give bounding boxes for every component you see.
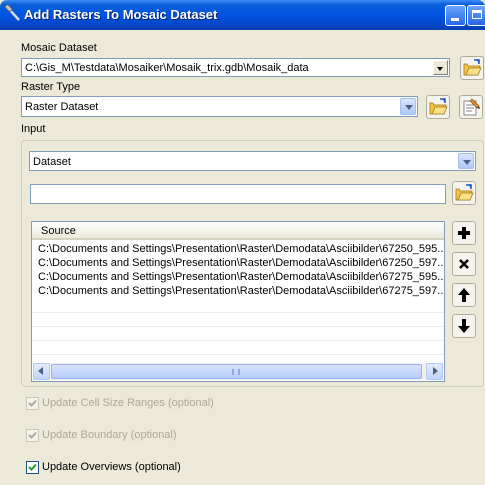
- add-row-button[interactable]: [452, 221, 476, 245]
- title-bar[interactable]: Add Rasters To Mosaic Dataset: [0, 0, 485, 30]
- input-type-combo[interactable]: Dataset: [29, 151, 476, 171]
- minimize-icon: [451, 18, 459, 21]
- checkmark-icon: [28, 431, 37, 439]
- plus-icon: [458, 227, 470, 239]
- grip-icon: [232, 369, 240, 375]
- delete-x-icon: [459, 259, 469, 269]
- update-boundary-label: Update Boundary (optional): [42, 429, 177, 441]
- browse-mosaic-dataset-button[interactable]: [460, 56, 484, 80]
- checkmark-icon: [28, 399, 37, 407]
- arrow-down-icon: [458, 319, 470, 333]
- update-overviews-checkbox[interactable]: [26, 461, 39, 474]
- scroll-thumb[interactable]: [51, 364, 422, 379]
- maximize-icon: [472, 10, 482, 19]
- chevron-down-icon[interactable]: [433, 60, 448, 75]
- raster-type-combo[interactable]: Raster Dataset: [21, 96, 418, 117]
- update-boundary-checkbox[interactable]: [26, 429, 39, 442]
- source-header-label: Source: [41, 225, 76, 237]
- update-overviews-label: Update Overviews (optional): [42, 461, 181, 473]
- arrow-up-icon: [458, 288, 470, 302]
- scroll-left-icon[interactable]: [33, 363, 50, 380]
- properties-icon: [463, 98, 480, 116]
- update-cell-size-checkbox[interactable]: [26, 397, 39, 410]
- open-folder-icon: [463, 59, 482, 76]
- open-folder-icon: [429, 98, 448, 115]
- browse-raster-type-button[interactable]: [426, 95, 450, 119]
- input-type-value: Dataset: [33, 156, 71, 168]
- browse-input-button[interactable]: [452, 181, 476, 205]
- row-divider: [32, 354, 444, 355]
- list-item[interactable]: C:\Documents and Settings\Presentation\R…: [38, 243, 444, 257]
- source-column-header[interactable]: Source: [32, 222, 444, 240]
- row-divider: [32, 340, 444, 341]
- window-title: Add Rasters To Mosaic Dataset: [24, 7, 218, 22]
- list-item[interactable]: C:\Documents and Settings\Presentation\R…: [38, 285, 444, 299]
- scroll-right-icon[interactable]: [426, 363, 443, 380]
- raster-type-value: Raster Dataset: [25, 101, 99, 113]
- hammer-tool-icon: [4, 5, 20, 21]
- maximize-button[interactable]: [467, 5, 485, 26]
- delete-row-button[interactable]: [452, 252, 476, 276]
- input-label: Input: [21, 123, 46, 135]
- horizontal-scrollbar[interactable]: [33, 363, 443, 380]
- list-item[interactable]: C:\Documents and Settings\Presentation\R…: [38, 271, 444, 285]
- row-divider: [32, 326, 444, 327]
- mosaic-dataset-label: Mosaic Dataset: [21, 42, 97, 54]
- minimize-button[interactable]: [445, 5, 466, 26]
- mosaic-dataset-combo[interactable]: C:\Gis_M\Testdata\Mosaiker\Mosaik_trix.g…: [21, 58, 450, 77]
- chevron-down-icon[interactable]: [458, 153, 474, 169]
- checkmark-icon: [28, 463, 37, 471]
- move-down-button[interactable]: [452, 314, 476, 338]
- mosaic-dataset-value: C:\Gis_M\Testdata\Mosaiker\Mosaik_trix.g…: [25, 62, 309, 74]
- input-path-field[interactable]: [30, 184, 446, 204]
- chevron-down-icon[interactable]: [400, 98, 416, 115]
- raster-type-properties-button[interactable]: [459, 95, 483, 119]
- source-list[interactable]: Source C:\Documents and Settings\Present…: [31, 221, 445, 382]
- update-cell-size-label: Update Cell Size Ranges (optional): [42, 397, 214, 409]
- move-up-button[interactable]: [452, 283, 476, 307]
- list-item[interactable]: C:\Documents and Settings\Presentation\R…: [38, 257, 444, 271]
- row-divider: [32, 312, 444, 313]
- open-folder-icon: [455, 184, 474, 201]
- raster-type-label: Raster Type: [21, 81, 81, 93]
